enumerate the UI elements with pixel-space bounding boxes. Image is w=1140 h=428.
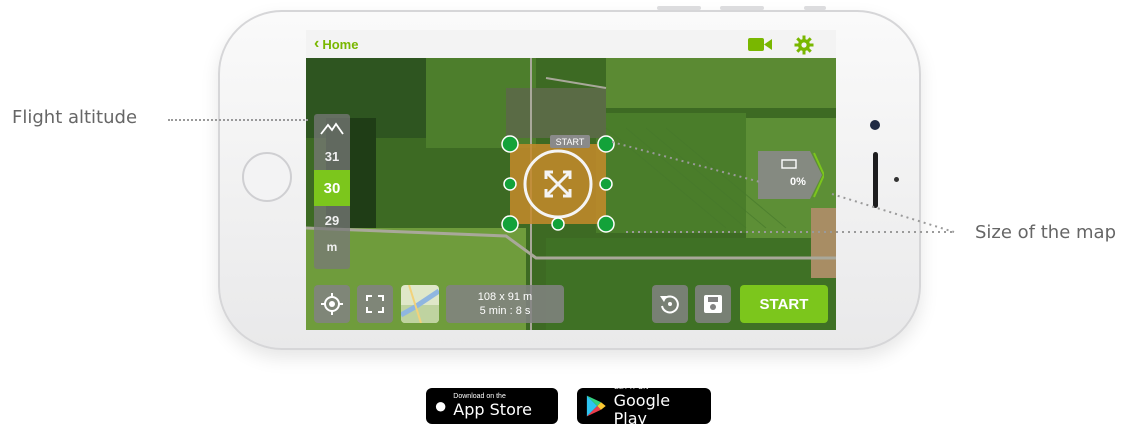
home-label: Home: [322, 36, 359, 52]
altitude-unit: m: [326, 240, 338, 254]
flight-altitude-callout: Flight altitude: [12, 107, 138, 128]
fullscreen-button[interactable]: [357, 285, 393, 323]
rotate-icon: [660, 295, 679, 314]
start-button[interactable]: START: [740, 285, 828, 323]
altitude-selector: 31 30 29 m: [314, 114, 350, 269]
flight-area-info: 108 x 91 m 5 min : 8 s: [446, 285, 564, 323]
app-store-line2: App Store: [453, 400, 532, 419]
area-dimensions: 108 x 91 m: [477, 291, 533, 303]
mute-switch: [804, 6, 826, 10]
altitude-mountain-icon: [314, 114, 350, 142]
save-icon: [704, 295, 722, 313]
volume-button: [720, 6, 764, 10]
google-play-badge[interactable]: GET IT ON Google Play: [577, 384, 711, 428]
map-size-callout: Size of the map: [975, 222, 1116, 243]
flight-duration: 5 min : 8 s: [479, 305, 531, 317]
expand-icon: [366, 295, 384, 313]
altitude-option-selected[interactable]: 30: [314, 170, 350, 206]
phone-home-button: [242, 152, 292, 202]
google-play-line2: Google Play: [613, 391, 671, 428]
app-store-badge[interactable]: ● Download on the App Store: [426, 388, 558, 424]
start-marker-label: START: [556, 137, 585, 147]
crosshair-icon: [321, 293, 343, 315]
front-camera: [870, 120, 880, 130]
chevron-left-icon: ‹: [314, 35, 320, 52]
map-layer-thumbnail[interactable]: [401, 285, 439, 323]
home-back-link[interactable]: ‹ Home: [314, 35, 358, 53]
rotate-button[interactable]: [652, 285, 688, 323]
altitude-option[interactable]: 31: [314, 142, 350, 170]
gear-icon[interactable]: [794, 35, 814, 55]
apple-logo-icon: ●: [434, 393, 448, 418]
altitude-option[interactable]: 29: [314, 206, 350, 234]
video-camera-icon[interactable]: [748, 38, 772, 51]
save-button[interactable]: [695, 285, 731, 323]
altitude-callout-line: [168, 119, 308, 121]
volume-button: [657, 6, 701, 10]
locate-button[interactable]: [314, 285, 350, 323]
google-play-icon: [586, 395, 606, 417]
map-size-callout-lines: [612, 141, 955, 233]
